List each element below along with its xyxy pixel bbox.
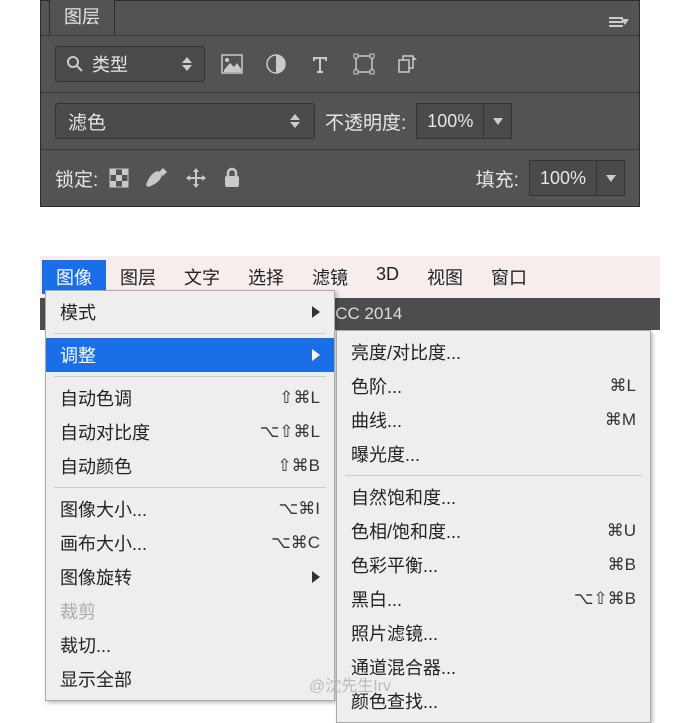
dropdown-caret-icon [180, 57, 194, 71]
image-menu-dropdown: 模式 调整 自动色调⇧⌘L 自动对比度⌥⇧⌘L 自动颜色⇧⌘B 图像大小...⌥… [45, 290, 335, 701]
opacity-label: 不透明度: [325, 108, 406, 135]
lock-position-icon[interactable] [184, 166, 208, 190]
menu-view[interactable]: 视图 [413, 260, 477, 294]
submenu-arrow-icon [312, 345, 320, 366]
menu-item-hue[interactable]: 色相/饱和度...⌘U [337, 514, 650, 548]
menu-window[interactable]: 窗口 [477, 260, 541, 294]
blend-mode-value: 滤色 [68, 108, 106, 135]
fill-caret-icon[interactable] [596, 161, 624, 195]
dropdown-caret-icon [288, 114, 302, 128]
opacity-caret-icon[interactable] [483, 104, 511, 138]
lock-pixels-icon[interactable] [144, 167, 170, 189]
menu-item-image-size[interactable]: 图像大小...⌥⌘I [46, 492, 334, 526]
filter-pixel-icon[interactable] [215, 49, 249, 79]
menu-3d[interactable]: 3D [362, 260, 413, 294]
filter-label: 类型 [92, 51, 128, 77]
menu-item-levels[interactable]: 色阶...⌘L [337, 369, 650, 403]
watermark: @沈先生Irv [0, 672, 700, 696]
menu-type[interactable]: 文字 [170, 260, 234, 294]
layers-panel: 图层 类型 滤色 不透明度: 1 [40, 0, 640, 207]
filter-smart-icon[interactable] [391, 49, 425, 79]
lock-transparency-icon[interactable] [108, 167, 130, 189]
menu-item-vibrance[interactable]: 自然饱和度... [337, 480, 650, 514]
menu-item-auto-contrast[interactable]: 自动对比度⌥⇧⌘L [46, 415, 334, 449]
panel-menu-icon[interactable] [609, 15, 629, 29]
menu-item-crop: 裁剪 [46, 594, 334, 628]
menu-item-image-rotation[interactable]: 图像旋转 [46, 560, 334, 594]
menu-item-brightness[interactable]: 亮度/对比度... [337, 335, 650, 369]
filter-adjustment-icon[interactable] [259, 49, 293, 79]
menu-item-curves[interactable]: 曲线...⌘M [337, 403, 650, 437]
menu-layer[interactable]: 图层 [106, 260, 170, 294]
search-icon [66, 55, 84, 73]
menu-image[interactable]: 图像 [42, 260, 106, 294]
blend-mode-dropdown[interactable]: 滤色 [55, 103, 315, 139]
opacity-value: 100% [417, 111, 483, 132]
menu-item-trim[interactable]: 裁切... [46, 628, 334, 662]
fill-value: 100% [530, 168, 596, 189]
adjustments-submenu: 亮度/对比度... 色阶...⌘L 曲线...⌘M 曝光度... 自然饱和度..… [336, 330, 651, 723]
fill-input[interactable]: 100% [529, 160, 625, 196]
menu-item-mode[interactable]: 模式 [46, 295, 334, 329]
opacity-input[interactable]: 100% [416, 103, 512, 139]
filter-type-icon[interactable] [303, 49, 337, 79]
menu-select[interactable]: 选择 [234, 260, 298, 294]
menu-item-black-white[interactable]: 黑白...⌥⇧⌘B [337, 582, 650, 616]
menu-filter[interactable]: 滤镜 [298, 260, 362, 294]
menu-item-exposure[interactable]: 曝光度... [337, 437, 650, 471]
fill-label: 填充: [476, 165, 519, 192]
lock-all-icon[interactable] [222, 167, 242, 189]
submenu-arrow-icon [312, 302, 320, 323]
layer-filter-dropdown[interactable]: 类型 [55, 46, 205, 82]
menu-item-auto-tone[interactable]: 自动色调⇧⌘L [46, 381, 334, 415]
menu-item-auto-color[interactable]: 自动颜色⇧⌘B [46, 449, 334, 483]
lock-label: 锁定: [55, 165, 98, 192]
menu-item-color-balance[interactable]: 色彩平衡...⌘B [337, 548, 650, 582]
layers-tab[interactable]: 图层 [49, 0, 115, 35]
filter-shape-icon[interactable] [347, 49, 381, 79]
menu-item-adjustments[interactable]: 调整 [46, 338, 334, 372]
submenu-arrow-icon [312, 567, 320, 588]
menu-item-canvas-size[interactable]: 画布大小...⌥⌘C [46, 526, 334, 560]
menu-item-photo-filter[interactable]: 照片滤镜... [337, 616, 650, 650]
